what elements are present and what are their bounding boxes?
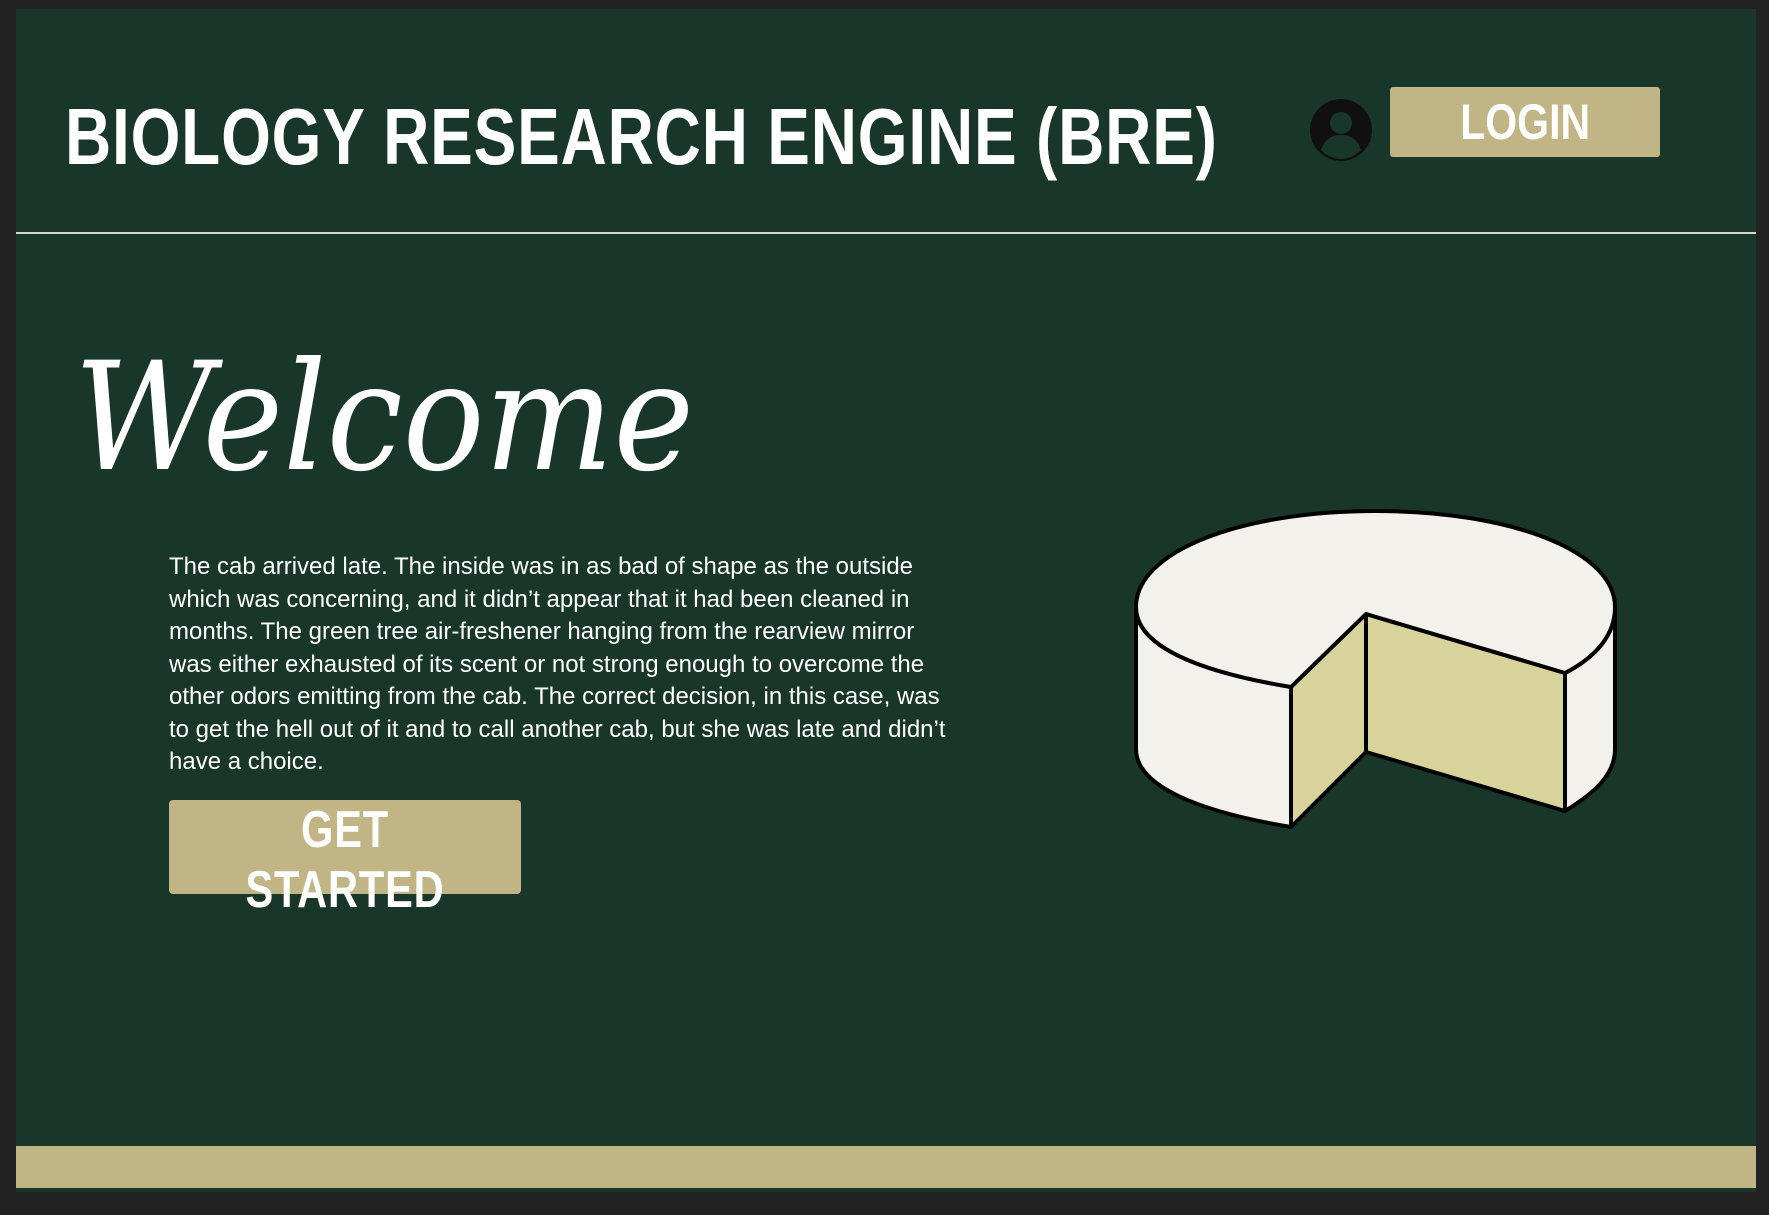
login-button-label: LOGIN	[1460, 94, 1590, 150]
cheese-wheel-illustration	[1134, 509, 1617, 829]
site-header: BIOLOGY RESEARCH ENGINE (BRE) LOGIN	[16, 9, 1756, 233]
get-started-button-label: GET STARTED	[245, 801, 445, 919]
welcome-heading: Welcome	[74, 331, 694, 505]
welcome-heading-text: Welcome	[74, 331, 694, 505]
header-divider	[16, 232, 1756, 234]
hero-body-text: The cab arrived late. The inside was in …	[169, 553, 946, 775]
footer-band	[16, 1146, 1756, 1188]
user-avatar-icon[interactable]	[1309, 98, 1373, 162]
login-button[interactable]: LOGIN	[1390, 87, 1660, 157]
page-frame: BIOLOGY RESEARCH ENGINE (BRE) LOGIN Welc…	[16, 9, 1756, 1192]
site-title: BIOLOGY RESEARCH ENGINE (BRE)	[65, 92, 1218, 181]
get-started-button[interactable]: GET STARTED	[169, 800, 521, 919]
